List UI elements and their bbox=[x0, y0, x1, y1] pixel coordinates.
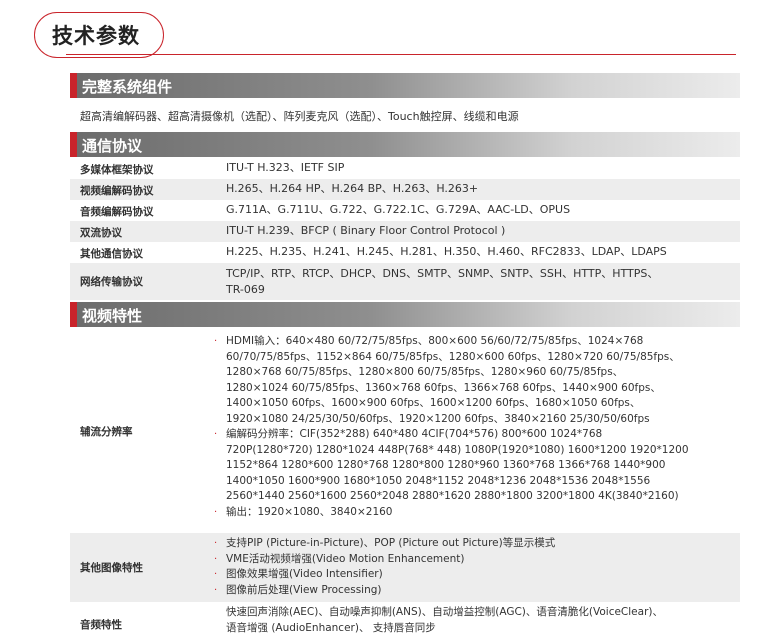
bullet-line: VME活动视频增强(Video Motion Enhancement) bbox=[226, 552, 465, 565]
spec-key: 辅流分辨率 bbox=[80, 426, 133, 438]
bullet-dot-icon: · bbox=[214, 538, 218, 549]
spec-key: 视频编解码协议 bbox=[80, 185, 154, 197]
bullet-list: · 支持PIP (Picture-in-Picture)、POP (Pictur… bbox=[214, 536, 555, 598]
bullet-item: · 输出：1920×1080、3840×2160 bbox=[214, 505, 689, 521]
bullet-item: · 编解码分辨率：CIF(352*288) 640*480 4CIF(704*5… bbox=[214, 427, 689, 505]
bullet-item: · 支持PIP (Picture-in-Picture)、POP (Pictur… bbox=[214, 536, 555, 552]
section-header-video: 视频特性 bbox=[70, 302, 740, 327]
spec-row-other-comm: 其他通信协议 H.225、H.235、H.241、H.245、H.281、H.3… bbox=[70, 242, 740, 263]
bullet-line: 60/70/75/85fps、1152×864 60/75/85fps、1280… bbox=[226, 350, 680, 363]
bullet-line: 1400*1050 1600*900 1680*1050 2048*1152 2… bbox=[226, 474, 651, 487]
spec-row-audio-codec: 音频编解码协议 G.711A、G.711U、G.722、G.722.1C、G.7… bbox=[70, 200, 740, 221]
bullet-line: HDMI输入：640×480 60/72/75/85fps、800×600 56… bbox=[226, 335, 644, 347]
spec-value: G.711A、G.711U、G.722、G.722.1C、G.729A、AAC-… bbox=[226, 203, 571, 216]
section-accent bbox=[70, 73, 77, 98]
bullet-line: 1152*864 1280*600 1280*768 1280*800 1280… bbox=[226, 459, 666, 471]
section-header-protocol: 通信协议 bbox=[70, 132, 740, 157]
spec-value-line: TR-069 bbox=[226, 282, 265, 296]
spec-key: 其他图像特性 bbox=[80, 562, 143, 574]
spec-key: 音频编解码协议 bbox=[80, 206, 154, 218]
bullet-line: 输出：1920×1080、3840×2160 bbox=[226, 505, 393, 518]
spec-value-line: 快速回声消除(AEC)、自动噪声抑制(ANS)、自动增益控制(AGC)、语音清脆… bbox=[226, 606, 663, 618]
spec-value: H.265、H.264 HP、H.264 BP、H.263、H.263+ bbox=[226, 182, 479, 195]
spec-key: 多媒体框架协议 bbox=[80, 164, 154, 176]
bullet-line: 1400×1050 60fps、1600×900 60fps、1600×1200… bbox=[226, 397, 641, 409]
bullet-item: · 图像前后处理(View Processing) bbox=[214, 583, 555, 599]
spec-row-other-image: 其他图像特性 · 支持PIP (Picture-in-Picture)、POP … bbox=[70, 533, 740, 602]
bullet-line: 图像前后处理(View Processing) bbox=[226, 583, 382, 596]
bullet-line: 2560*1440 2560*1600 2560*2048 2880*1620 … bbox=[226, 490, 679, 502]
bullet-line: 720P(1280*720) 1280*1024 448P(768* 448) … bbox=[226, 443, 689, 456]
spec-row-aux-resolution: 辅流分辨率 · HDMI输入：640×480 60/72/75/85fps、80… bbox=[70, 330, 740, 530]
title-rule bbox=[66, 54, 736, 55]
spec-value-line: TCP/IP、RTP、RTCP、DHCP、DNS、SMTP、SNMP、SNTP、… bbox=[226, 267, 659, 280]
section-title: 完整系统组件 bbox=[82, 78, 173, 96]
bullet-item: · HDMI输入：640×480 60/72/75/85fps、800×600 … bbox=[214, 334, 689, 427]
bullet-line: 图像效果增强(Video Intensifier) bbox=[226, 568, 383, 580]
section-title: 通信协议 bbox=[82, 137, 143, 155]
bullet-dot-icon: · bbox=[214, 336, 218, 347]
section-header-system: 完整系统组件 bbox=[70, 73, 740, 98]
spec-value: TCP/IP、RTP、RTCP、DHCP、DNS、SMTP、SNMP、SNTP、… bbox=[226, 266, 658, 297]
spec-key: 音频特性 bbox=[80, 619, 122, 631]
bullet-dot-icon: · bbox=[214, 584, 218, 596]
bullet-line: 支持PIP (Picture-in-Picture)、POP (Picture … bbox=[226, 537, 556, 549]
spec-row-network: 网络传输协议 TCP/IP、RTP、RTCP、DHCP、DNS、SMTP、SNM… bbox=[70, 263, 740, 300]
bullet-dot-icon: · bbox=[214, 429, 218, 440]
spec-row-dual-stream: 双流协议 ITU-T H.239、BFCP ( Binary Floor Con… bbox=[70, 221, 740, 242]
spec-row-video-codec: 视频编解码协议 H.265、H.264 HP、H.264 BP、H.263、H.… bbox=[70, 179, 740, 200]
spec-row-multimedia: 多媒体框架协议 ITU-T H.323、IETF SIP bbox=[70, 158, 740, 179]
spec-key: 其他通信协议 bbox=[80, 248, 143, 260]
bullet-item: · VME活动视频增强(Video Motion Enhancement) bbox=[214, 552, 555, 568]
spec-value: ITU-T H.239、BFCP ( Binary Floor Control … bbox=[226, 224, 506, 237]
bullet-item: · 图像效果增强(Video Intensifier) bbox=[214, 567, 555, 583]
section-accent bbox=[70, 132, 77, 157]
bullet-list: · HDMI输入：640×480 60/72/75/85fps、800×600 … bbox=[214, 334, 689, 520]
page-title: 技术参数 bbox=[52, 24, 140, 48]
spec-row-audio-features: 音频特性 快速回声消除(AEC)、自动噪声抑制(ANS)、自动增益控制(AGC)… bbox=[70, 603, 740, 639]
spec-value: ITU-T H.323、IETF SIP bbox=[226, 161, 345, 174]
bullet-line: 编解码分辨率：CIF(352*288) 640*480 4CIF(704*576… bbox=[226, 428, 603, 440]
spec-value: 快速回声消除(AEC)、自动噪声抑制(ANS)、自动增益控制(AGC)、语音清脆… bbox=[226, 605, 663, 636]
bullet-line: 1280×1024 60/75/85fps、1360×768 60fps、136… bbox=[226, 381, 661, 394]
spec-key: 双流协议 bbox=[80, 227, 122, 239]
spec-value-line: 语音增强 (AudioEnhancer)、 支持唇音同步 bbox=[226, 621, 436, 634]
system-components-text: 超高清编解码器、超高清摄像机（选配）、阵列麦克风（选配）、Touch触控屏、线缆… bbox=[80, 110, 519, 123]
section-title: 视频特性 bbox=[82, 307, 143, 325]
bullet-dot-icon: · bbox=[214, 553, 218, 565]
spec-value: H.225、H.235、H.241、H.245、H.281、H.350、H.46… bbox=[226, 245, 667, 258]
bullet-line: 1280×768 60/75/85fps、1280×800 60/75/85fp… bbox=[226, 366, 624, 378]
bullet-dot-icon: · bbox=[214, 506, 218, 518]
bullet-line: 1920×1080 24/25/30/50/60fps、1920×1200 60… bbox=[226, 412, 650, 425]
section-accent bbox=[70, 302, 77, 327]
bullet-dot-icon: · bbox=[214, 569, 218, 580]
spec-key: 网络传输协议 bbox=[80, 276, 143, 288]
